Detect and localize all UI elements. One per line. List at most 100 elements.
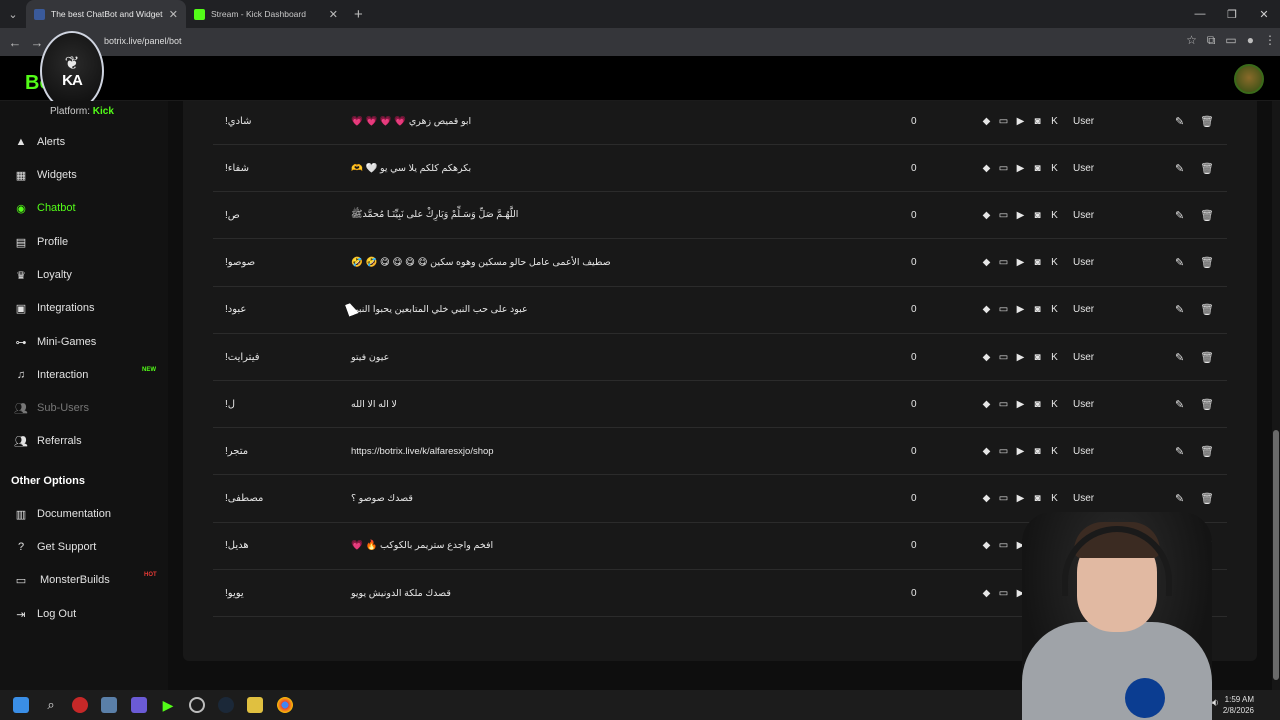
minimize-icon[interactable]: —	[1184, 8, 1216, 20]
chat-icon[interactable]: ▭	[998, 446, 1009, 457]
scrollbar-thumb[interactable]	[1273, 430, 1279, 680]
sidebar-item-widgets[interactable]: ▦ Widgets	[14, 165, 77, 185]
discord-icon[interactable]: ◙	[1032, 493, 1043, 504]
sidebar-item-referrals[interactable]: 👥︎ Referrals	[14, 431, 82, 451]
delete-trash-icon[interactable]: 🗑︎	[1200, 115, 1214, 128]
twitch-icon[interactable]: ◆	[981, 446, 992, 457]
chrome-taskbar-icon[interactable]	[277, 697, 293, 713]
sidebar-item-chatbot[interactable]: ◉ Chatbot	[14, 198, 75, 218]
twitch-icon[interactable]: ◆	[981, 399, 992, 410]
app-taskbar-icon[interactable]	[72, 697, 88, 713]
photos-taskbar-icon[interactable]	[101, 697, 117, 713]
kick-icon[interactable]: K	[1049, 399, 1060, 410]
bookmark-star-icon[interactable]: ☆	[1186, 33, 1197, 48]
youtube-icon[interactable]: ▶	[1015, 352, 1026, 363]
close-tab-icon[interactable]: ✕	[169, 8, 178, 21]
twitch-icon[interactable]: ◆	[981, 163, 992, 174]
sidebar-item-monsterbuilds[interactable]: ▭ MonsterBuilds	[14, 570, 110, 590]
volume-icon[interactable]: 🔉︎	[1212, 697, 1219, 710]
edit-pencil-icon[interactable]: ✎	[1175, 162, 1184, 175]
back-icon[interactable]: ←	[4, 35, 26, 50]
chat-icon[interactable]: ▭	[998, 493, 1009, 504]
sidebar-item-documentation[interactable]: ▥ Documentation	[14, 504, 111, 524]
kick-icon[interactable]: K	[1049, 352, 1060, 363]
kick-icon[interactable]: K	[1049, 493, 1060, 504]
twitch-icon[interactable]: ◆	[981, 493, 992, 504]
chat-icon[interactable]: ▭	[998, 352, 1009, 363]
delete-trash-icon[interactable]: 🗑︎	[1200, 398, 1214, 411]
edit-pencil-icon[interactable]: ✎	[1175, 351, 1184, 364]
edit-pencil-icon[interactable]: ✎	[1175, 303, 1184, 316]
chat-icon[interactable]: ▭	[998, 116, 1009, 127]
tab-botrix[interactable]: The best ChatBot and Widgets ✕	[26, 0, 186, 28]
discord-taskbar-icon[interactable]	[131, 697, 147, 713]
youtube-icon[interactable]: ▶	[1015, 304, 1026, 315]
close-tab-icon[interactable]: ✕	[329, 8, 338, 21]
files-taskbar-icon[interactable]	[247, 697, 263, 713]
edit-pencil-icon[interactable]: ✎	[1175, 115, 1184, 128]
twitch-icon[interactable]: ◆	[981, 210, 992, 221]
discord-icon[interactable]: ◙	[1032, 257, 1043, 268]
user-avatar[interactable]	[1234, 64, 1264, 94]
sidebar-item-log-out[interactable]: ⇥ Log Out	[14, 604, 76, 624]
delete-trash-icon[interactable]: 🗑︎	[1200, 492, 1214, 505]
sidebar-item-get-support[interactable]: ? Get Support	[14, 537, 96, 557]
extensions-icon[interactable]: ⧉	[1207, 33, 1216, 48]
discord-icon[interactable]: ◙	[1032, 210, 1043, 221]
chat-icon[interactable]: ▭	[998, 210, 1009, 221]
twitch-icon[interactable]: ◆	[981, 257, 992, 268]
twitch-icon[interactable]: ◆	[981, 304, 992, 315]
youtube-icon[interactable]: ▶	[1015, 116, 1026, 127]
delete-trash-icon[interactable]: 🗑︎	[1200, 303, 1214, 316]
profile-icon[interactable]: ●	[1247, 33, 1254, 48]
kick-icon[interactable]: K	[1049, 163, 1060, 174]
browser-menu-icon[interactable]: ⋮	[1264, 33, 1276, 48]
edit-pencil-icon[interactable]: ✎	[1175, 398, 1184, 411]
kick-icon[interactable]: K	[1049, 116, 1060, 127]
edit-pencil-icon[interactable]: ✎	[1175, 256, 1184, 269]
sidebar-item-profile[interactable]: ▤ Profile	[14, 232, 68, 252]
discord-icon[interactable]: ◙	[1032, 352, 1043, 363]
youtube-icon[interactable]: ▶	[1015, 257, 1026, 268]
sidebar-item-loyalty[interactable]: ♛ Loyalty	[14, 265, 72, 285]
sidebar-item-interaction[interactable]: ♫ Interaction	[14, 365, 89, 385]
edit-pencil-icon[interactable]: ✎	[1175, 445, 1184, 458]
sidebar-item-alerts[interactable]: ▲ Alerts	[14, 132, 66, 152]
system-clock[interactable]: 1:59 AM 2/8/2026	[1223, 694, 1254, 716]
chat-icon[interactable]: ▭	[998, 163, 1009, 174]
twitch-icon[interactable]: ◆	[981, 352, 992, 363]
cast-icon[interactable]: ▭	[1225, 33, 1236, 48]
chat-icon[interactable]: ▭	[998, 304, 1009, 315]
discord-icon[interactable]: ◙	[1032, 304, 1043, 315]
youtube-icon[interactable]: ▶	[1015, 163, 1026, 174]
kick-icon[interactable]: K	[1049, 210, 1060, 221]
steam-taskbar-icon[interactable]	[218, 697, 234, 713]
chat-icon[interactable]: ▭	[998, 540, 1009, 551]
url-field[interactable]: botrix.live/panel/bot	[104, 36, 182, 46]
new-tab-icon[interactable]: +	[354, 6, 363, 23]
youtube-icon[interactable]: ▶	[1015, 210, 1026, 221]
tab-search-icon[interactable]: ⌄	[0, 0, 26, 28]
kick-icon[interactable]: K	[1049, 257, 1060, 268]
kick-icon[interactable]: K	[1049, 304, 1060, 315]
twitch-icon[interactable]: ◆	[981, 116, 992, 127]
sidebar-item-integrations[interactable]: ▣ Integrations	[14, 298, 95, 318]
close-window-icon[interactable]: ✕	[1248, 8, 1280, 21]
tab-kick-dashboard[interactable]: Stream - Kick Dashboard ✕	[186, 0, 346, 28]
delete-trash-icon[interactable]: 🗑︎	[1200, 351, 1214, 364]
edit-pencil-icon[interactable]: ✎	[1175, 209, 1184, 222]
edit-pencil-icon[interactable]: ✎	[1175, 492, 1184, 505]
windows-start-icon[interactable]	[13, 697, 29, 713]
chat-icon[interactable]: ▭	[998, 588, 1009, 599]
chat-icon[interactable]: ▭	[998, 257, 1009, 268]
delete-trash-icon[interactable]: 🗑︎	[1200, 209, 1214, 222]
obs-taskbar-icon[interactable]	[189, 697, 205, 713]
delete-trash-icon[interactable]: 🗑︎	[1200, 256, 1214, 269]
restore-icon[interactable]: ❐	[1216, 8, 1248, 21]
search-icon[interactable]: ⌕	[43, 697, 59, 713]
delete-trash-icon[interactable]: 🗑︎	[1200, 162, 1214, 175]
youtube-icon[interactable]: ▶	[1015, 399, 1026, 410]
kick-icon[interactable]: K	[1049, 446, 1060, 457]
play-taskbar-icon[interactable]: ▶	[160, 697, 176, 713]
youtube-icon[interactable]: ▶	[1015, 493, 1026, 504]
